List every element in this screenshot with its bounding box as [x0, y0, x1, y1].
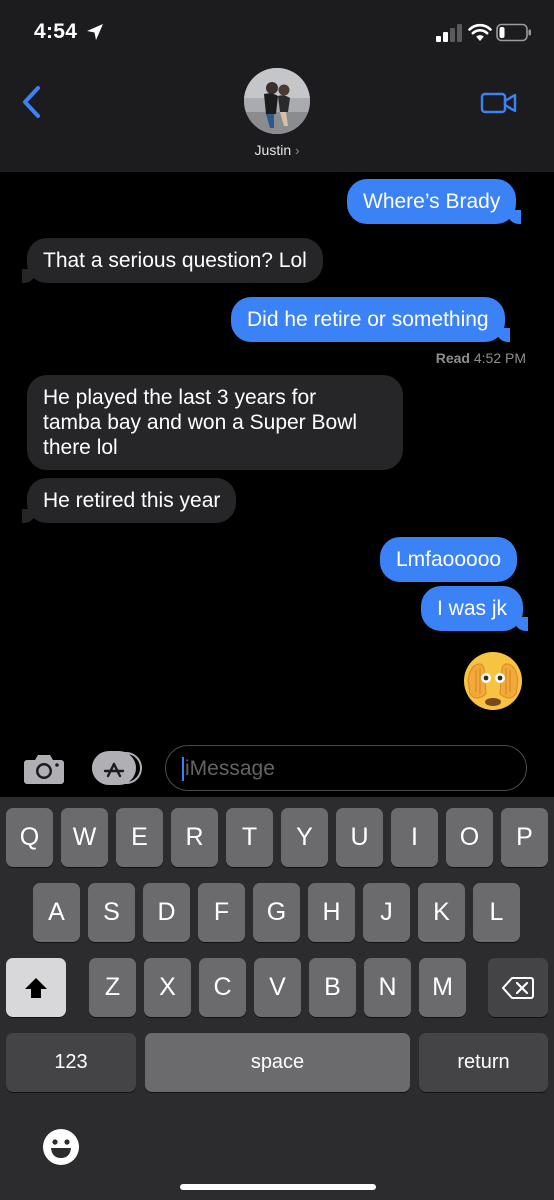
wifi-icon — [468, 23, 492, 41]
key-i[interactable]: I — [391, 808, 438, 867]
received-message[interactable]: He played the last 3 years for tamba bay… — [27, 375, 403, 470]
see-no-evil-face-emoji-icon[interactable] — [462, 650, 524, 712]
key-p[interactable]: P — [501, 808, 548, 867]
message-line: there lol — [43, 436, 118, 459]
key-s[interactable]: S — [88, 883, 135, 942]
status-time: 4:54 — [34, 20, 78, 43]
key-b[interactable]: B — [309, 958, 356, 1017]
key-y[interactable]: Y — [281, 808, 328, 867]
sent-message[interactable]: I was jk — [421, 586, 529, 631]
battery-icon — [496, 23, 531, 42]
key-v[interactable]: V — [254, 958, 301, 1017]
sent-message[interactable]: Where’s Brady — [347, 179, 522, 224]
key-q[interactable]: Q — [6, 808, 53, 867]
contact-name-label: Justin — [254, 142, 292, 158]
back-chevron-icon[interactable] — [18, 84, 46, 120]
backspace-icon — [502, 976, 534, 999]
key-x[interactable]: X — [144, 958, 191, 1017]
shift-arrow-icon — [25, 977, 47, 998]
key-o[interactable]: O — [446, 808, 493, 867]
imessage-placeholder: iMessage — [185, 757, 275, 780]
read-receipt: Read 4:52 PM — [436, 350, 526, 366]
key-w[interactable]: W — [61, 808, 108, 867]
key-d[interactable]: D — [143, 883, 190, 942]
key-k[interactable]: K — [418, 883, 465, 942]
key-z[interactable]: Z — [89, 958, 136, 1017]
home-indicator — [180, 1184, 376, 1190]
video-call-icon[interactable] — [480, 90, 518, 116]
key-j[interactable]: J — [363, 883, 410, 942]
sent-message[interactable]: Lmfaooooo — [380, 537, 518, 582]
key-u[interactable]: U — [336, 808, 383, 867]
contact-name[interactable]: Justin › — [0, 142, 554, 158]
key-a[interactable]: A — [33, 883, 80, 942]
space-key[interactable]: space — [145, 1033, 410, 1092]
key-m[interactable]: M — [419, 958, 466, 1017]
return-key[interactable]: return — [419, 1033, 548, 1092]
key-r[interactable]: R — [171, 808, 218, 867]
sent-message[interactable]: Did he retire or something — [231, 297, 510, 342]
key-g[interactable]: G — [253, 883, 300, 942]
key-c[interactable]: C — [199, 958, 246, 1017]
read-label: Read — [435, 350, 470, 366]
numbers-key[interactable]: 123 — [6, 1033, 136, 1092]
key-l[interactable]: L — [473, 883, 520, 942]
key-e[interactable]: E — [116, 808, 163, 867]
conversation-header: 4:54 Justin › — [0, 0, 554, 172]
key-h[interactable]: H — [308, 883, 355, 942]
read-time: 4:52 PM — [473, 350, 526, 366]
key-f[interactable]: F — [198, 883, 245, 942]
received-message[interactable]: That a serious question? Lol — [22, 238, 323, 283]
message-line: tamba bay and won a Super Bowl — [43, 411, 358, 434]
shift-key[interactable] — [6, 958, 66, 1017]
app-store-icon[interactable] — [92, 751, 144, 785]
key-n[interactable]: N — [364, 958, 411, 1017]
message-line: He played the last 3 years for — [43, 386, 317, 409]
cellular-signal-icon — [436, 24, 462, 42]
camera-icon[interactable] — [23, 751, 65, 785]
key-t[interactable]: T — [226, 808, 273, 867]
emoji-keyboard-icon[interactable] — [42, 1128, 80, 1166]
text-caret — [182, 757, 184, 781]
received-message[interactable]: He retired this year — [21, 478, 237, 523]
location-arrow-icon — [87, 24, 103, 40]
imessage-input[interactable]: iMessage — [165, 745, 527, 791]
chevron-right-icon: › — [295, 143, 300, 158]
delete-key[interactable] — [488, 958, 548, 1017]
contact-avatar[interactable] — [244, 68, 310, 134]
